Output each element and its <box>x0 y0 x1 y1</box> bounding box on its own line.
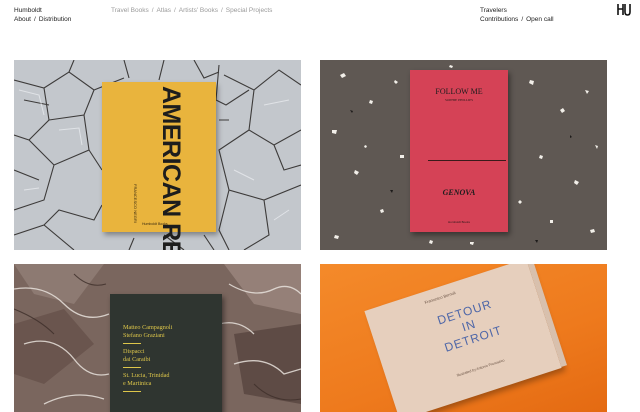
book-author: SOPHIE PHILLIPS <box>444 98 474 102</box>
book-publisher: Humboldt Books <box>142 222 168 226</box>
nav-separator: / <box>173 7 176 14</box>
nav-open-call[interactable]: Open call <box>526 15 553 24</box>
secondary-nav: Travelers Contributions / Open call <box>480 6 554 24</box>
humboldt-logo-icon[interactable] <box>616 3 632 17</box>
book-tile-american-recordings[interactable]: AMERICAN RECORDINGS FRANCESCO NEGRI Humb… <box>14 60 301 250</box>
category-nav: Travel Books / Atlas / Artists' Books / … <box>111 6 272 15</box>
cover-rule <box>123 367 141 368</box>
nav-separator: / <box>521 16 524 23</box>
nav-contributions[interactable]: Contributions <box>480 15 518 24</box>
nav-artists-books[interactable]: Artists' Books <box>179 6 218 15</box>
book-tile-follow-me[interactable]: FOLLOW ME SOPHIE PHILLIPS GENOVA Humbold… <box>320 60 607 250</box>
nav-distribution[interactable]: Distribution <box>39 15 72 24</box>
book-title: FOLLOW ME <box>435 87 483 96</box>
book-cover-american-recordings: AMERICAN RECORDINGS FRANCESCO NEGRI Humb… <box>102 82 216 250</box>
nav-separator: / <box>151 7 154 14</box>
cover-rule <box>123 391 141 392</box>
book-tile-detour-in-detroit[interactable]: Francesco Bernoli DETOUR IN DETROIT Illu… <box>320 264 607 412</box>
book-author-1: Matteo Campagnoli <box>123 324 173 331</box>
nav-separator: / <box>34 16 36 23</box>
book-cover-follow-me: FOLLOW ME SOPHIE PHILLIPS GENOVA Humbold… <box>410 70 508 232</box>
book-illustrator-credit: Illustrated by Antonio Pronostico <box>456 358 506 378</box>
book-title-line-2: dai Caraibi <box>123 356 151 363</box>
nav-atlas[interactable]: Atlas <box>157 6 171 15</box>
nav-about[interactable]: About <box>14 15 31 24</box>
book-cover-dispacci-dai-caraibi: Matteo Campagnoli Stefano Graziani Dispa… <box>110 294 222 412</box>
book-subtitle-line-2: e Martinica <box>123 380 152 387</box>
top-navigation: Humboldt About / Distribution Travel Boo… <box>0 0 640 40</box>
book-publisher: Humboldt Books <box>447 220 470 224</box>
book-tile-dispacci-dai-caraibi[interactable]: Matteo Campagnoli Stefano Graziani Dispa… <box>14 264 301 412</box>
book-author-2: Stefano Graziani <box>123 332 165 339</box>
book-title-line-1: Dispacci <box>123 348 145 355</box>
brand-block: Humboldt About / Distribution <box>14 6 71 24</box>
cover-rule <box>428 160 506 161</box>
nav-travelers[interactable]: Travelers <box>480 7 507 14</box>
nav-special-projects[interactable]: Special Projects <box>226 6 273 15</box>
brand-link[interactable]: Humboldt <box>14 7 42 14</box>
book-title: AMERICAN RECORDINGS <box>157 86 185 250</box>
cover-rule <box>123 343 141 344</box>
nav-travel-books[interactable]: Travel Books <box>111 6 149 15</box>
book-author: Francesco Bernoli <box>423 290 457 305</box>
book-subtitle: GENOVA <box>442 188 476 197</box>
nav-separator: / <box>220 7 223 14</box>
book-subtitle-line-1: St. Lucia, Trinidad <box>123 372 170 379</box>
book-author: FRANCESCO NEGRI <box>133 184 138 223</box>
